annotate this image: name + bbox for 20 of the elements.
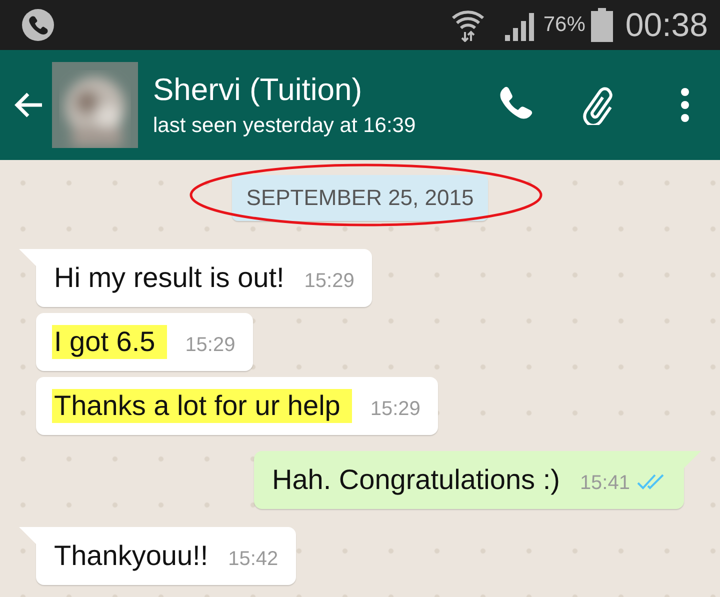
message-text: Thanks a lot for ur help [52,389,352,423]
message-time: 15:29 [185,334,236,358]
wifi-icon [451,8,486,42]
clock: 00:38 [625,6,708,44]
contact-name[interactable]: Shervi (Tuition) [153,72,452,108]
phone-call-icon [20,7,56,43]
message-time: 15:29 [304,270,354,294]
menu-icon[interactable] [680,87,690,123]
message-text: Hah. Congratulations :) [271,463,561,497]
message-time: 15:41 [580,472,630,496]
back-arrow-icon[interactable] [14,90,44,120]
message-text: Hi my result is out! [53,261,286,295]
message-text: I got 6.5 [52,325,168,359]
battery-icon [591,8,614,42]
battery-percent: 76% [543,13,586,37]
message-text: Thankyouu!! [53,539,210,573]
last-seen-text: last seen yesterday at 16:39 [153,114,417,138]
date-label: SEPTEMBER 25, 2015 [232,175,488,221]
message-time: 15:29 [370,398,420,422]
message-time: 15:42 [228,548,278,572]
